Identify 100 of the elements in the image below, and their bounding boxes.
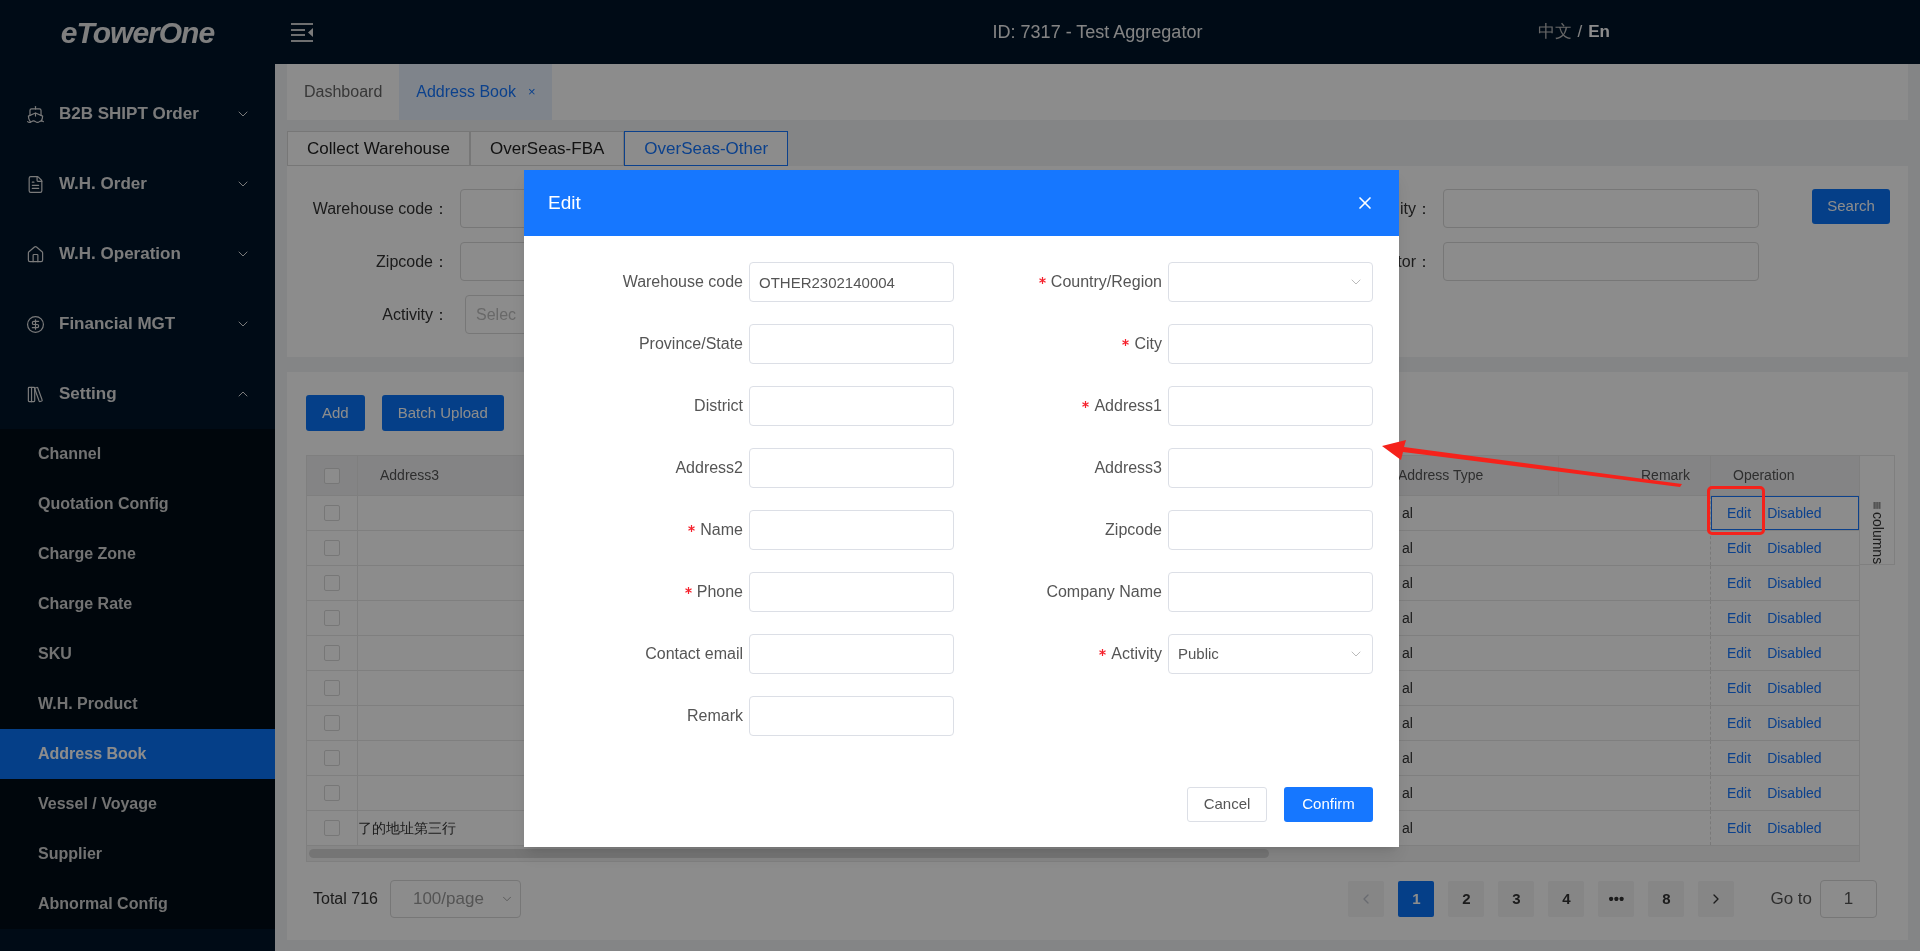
select-field[interactable]	[1168, 262, 1373, 302]
ship-icon	[26, 104, 45, 124]
input-field[interactable]	[749, 324, 954, 364]
table-cell-text: al	[1402, 573, 1413, 593]
sub-tab[interactable]: OverSeas-Other	[624, 131, 789, 166]
page-button[interactable]: 3	[1498, 881, 1535, 917]
sub-tab[interactable]: Collect Warehouse	[287, 131, 470, 166]
table-cell-text: al	[1402, 713, 1413, 733]
input-field[interactable]	[749, 510, 954, 550]
action-link[interactable]: Edit	[1727, 502, 1752, 524]
submenu-item[interactable]: Quotation Config	[0, 479, 275, 529]
submenu-item[interactable]: SKU	[0, 629, 275, 679]
input-field[interactable]	[749, 696, 954, 736]
language-option[interactable]: 中文	[1537, 19, 1572, 45]
page-button[interactable]: 2	[1448, 881, 1485, 917]
action-link[interactable]: Disabled	[1767, 502, 1822, 524]
page-tab[interactable]: Address Book ×	[399, 64, 553, 120]
sidebar-label: Setting	[59, 383, 117, 406]
submenu-item[interactable]: Charge Zone	[0, 529, 275, 579]
page-button[interactable]: •••	[1598, 881, 1635, 917]
action-link[interactable]: Disabled	[1767, 642, 1822, 664]
input-field[interactable]	[1168, 386, 1373, 426]
language-option[interactable]: En	[1588, 19, 1610, 45]
menu-fold-icon[interactable]	[290, 22, 314, 42]
input-field[interactable]	[749, 572, 954, 612]
action-link[interactable]: Edit	[1727, 537, 1752, 559]
columns-panel[interactable]: columns	[1860, 455, 1895, 565]
sidebar-item[interactable]: B2B SHIPT Order	[0, 79, 275, 149]
action-link[interactable]: Edit	[1727, 607, 1752, 629]
input-field[interactable]	[1168, 572, 1373, 612]
column-header: Address Type	[1398, 466, 1484, 485]
toolbar-button[interactable]: Batch Upload	[381, 395, 504, 431]
submenu-item[interactable]: Abnormal Config	[0, 879, 275, 929]
input-field[interactable]	[1168, 448, 1373, 488]
submenu-item[interactable]: Vessel / Voyage	[0, 779, 275, 829]
confirm-button[interactable]: Confirm	[1284, 787, 1373, 822]
page-size-select[interactable]: 100/page	[389, 880, 521, 918]
field-label: Address3	[1094, 458, 1162, 478]
table-cell-text: al	[1402, 748, 1413, 768]
sidebar-label: W.H. Order	[59, 173, 147, 196]
field-label: Warehouse code	[622, 272, 743, 292]
columns-icon	[1871, 502, 1883, 509]
input-field[interactable]	[749, 634, 954, 674]
toolbar-button[interactable]: Add	[306, 395, 365, 431]
action-link[interactable]: Disabled	[1767, 607, 1822, 629]
table-cell-text: al	[1402, 538, 1413, 558]
action-link[interactable]: Disabled	[1767, 572, 1822, 594]
search-button[interactable]: Search	[1812, 189, 1890, 224]
action-link[interactable]: Edit	[1727, 572, 1752, 594]
action-link[interactable]: Disabled	[1767, 677, 1822, 699]
action-link[interactable]: Disabled	[1767, 782, 1822, 804]
page-button[interactable]: 8	[1648, 881, 1685, 917]
action-link[interactable]: Edit	[1727, 677, 1752, 699]
submenu-item[interactable]: W.H. Product	[0, 679, 275, 729]
document-icon	[26, 174, 45, 194]
filter-label: Warehouse code：	[311, 198, 449, 219]
select-field[interactable]: Public	[1168, 634, 1373, 674]
field-label: District	[694, 396, 743, 416]
tab-close[interactable]: ×	[527, 82, 536, 102]
page-tab[interactable]: Dashboard	[287, 64, 400, 120]
sub-tab[interactable]: OverSeas-FBA	[470, 131, 625, 166]
goto-field[interactable]: 1	[1820, 880, 1877, 918]
goto-label: Go to	[1770, 888, 1812, 911]
page-title: ID: 7317 - Test Aggregator	[992, 20, 1203, 44]
action-link[interactable]: Disabled	[1767, 712, 1822, 734]
input-field[interactable]	[749, 448, 954, 488]
page-button[interactable]: 4	[1548, 881, 1585, 917]
action-link[interactable]: Disabled	[1767, 747, 1822, 769]
horizontal-scrollbar[interactable]	[307, 846, 1859, 861]
previous-page-button[interactable]	[1348, 881, 1385, 917]
column-header: Remark	[1641, 466, 1690, 485]
action-link[interactable]: Edit	[1727, 817, 1752, 839]
submenu-item[interactable]: Supplier	[0, 829, 275, 879]
input-field[interactable]: OTHER2302140004	[749, 262, 954, 302]
currency-icon	[26, 314, 45, 334]
sidebar-item[interactable]: Setting	[0, 359, 275, 429]
next-page-button[interactable]	[1698, 881, 1735, 917]
action-link[interactable]: Disabled	[1767, 817, 1822, 839]
sidebar-item[interactable]: W.H. Operation	[0, 219, 275, 289]
action-link[interactable]: Edit	[1727, 747, 1752, 769]
page-button[interactable]: 1	[1398, 881, 1435, 917]
submenu-item[interactable]: Address Book	[0, 729, 275, 779]
field-label: Country/Region	[1050, 272, 1162, 292]
field-label: Company Name	[1046, 582, 1162, 602]
field-label: Name	[700, 520, 743, 540]
input-field[interactable]	[749, 386, 954, 426]
house-icon	[26, 244, 45, 264]
action-link[interactable]: Edit	[1727, 642, 1752, 664]
highlight-box	[1707, 486, 1765, 535]
sidebar-item[interactable]: Financial MGT	[0, 289, 275, 359]
submenu-item[interactable]: Channel	[0, 429, 275, 479]
action-link[interactable]: Edit	[1727, 712, 1752, 734]
sidebar-item[interactable]: W.H. Order	[0, 149, 275, 219]
action-link[interactable]: Disabled	[1767, 537, 1822, 559]
action-link[interactable]: Edit	[1727, 782, 1752, 804]
submenu-item[interactable]: Charge Rate	[0, 579, 275, 629]
input-field[interactable]	[1168, 324, 1373, 364]
table-cell-text: al	[1402, 818, 1413, 838]
cancel-button[interactable]: Cancel	[1187, 787, 1267, 822]
input-field[interactable]	[1168, 510, 1373, 550]
